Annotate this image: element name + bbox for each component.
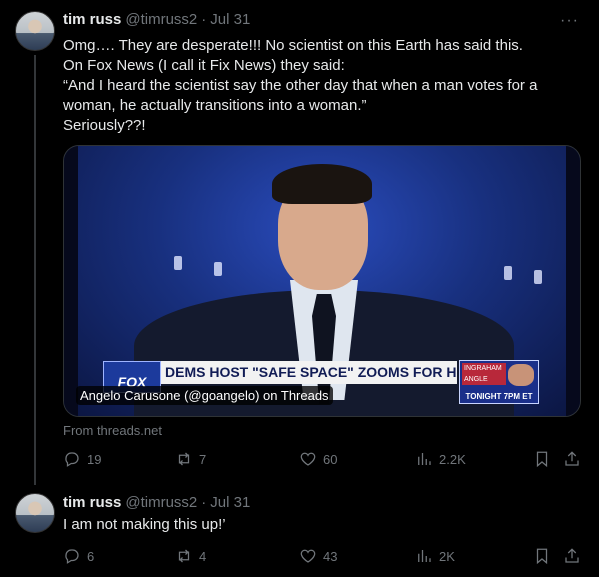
tweet[interactable]: tim russ @timruss2 · Jul 31 ··· Omg…. Th… [0,0,599,485]
bookmark-button[interactable] [533,450,551,468]
chyron-headline: DEMS HOST "SAFE SPACE" ZOOMS FOR HARRIS … [161,361,457,384]
tweet-text-line: “And I heard the scientist say the other… [63,77,538,94]
share-icon [565,548,579,563]
views-count: 2K [439,548,455,564]
studio-light [174,256,182,270]
bookmark-icon [536,451,548,468]
bookmark-button[interactable] [533,547,551,565]
media-caption: Angelo Carusone (@goangelo) on Threads [76,386,333,405]
separator-dot: · [201,11,207,28]
tweet-header: tim russ @timruss2 · Jul 31 [63,11,250,28]
repost-count: 4 [199,548,207,564]
promo-host-image [508,364,534,386]
action-bar: 6 4 43 2K [63,547,585,567]
reply-button[interactable]: 6 [63,547,94,565]
repost-icon [178,549,190,563]
avatar[interactable] [15,11,55,51]
like-button[interactable]: 60 [299,450,337,468]
action-bar: 19 7 60 2.2K [63,450,585,470]
share-icon [565,451,579,466]
letterbox-left [64,146,78,416]
media-video[interactable]: FOX DEMS HOST "SAFE SPACE" ZOOMS FOR HAR… [63,145,581,417]
anchor-hair [272,164,372,204]
tweet-text-line: Seriously??! [63,117,146,134]
author-handle[interactable]: @timruss2 [125,494,197,511]
repost-icon [178,452,190,466]
like-button[interactable]: 43 [299,547,337,565]
separator-dot: · [201,494,207,511]
author-name[interactable]: tim russ [63,11,121,28]
like-icon [300,452,316,466]
show-promo: INGRAHAM ANGLE TONIGHT 7PM ET [459,360,539,404]
like-count: 60 [323,451,338,467]
tweet-text-line: I am not making this up!’ [63,516,226,533]
views-icon [418,550,431,562]
share-button[interactable] [563,450,581,468]
tweet-text: Omg…. They are desperate!!! No scientist… [63,36,583,136]
reply-button[interactable]: 19 [63,450,101,468]
views-icon [418,453,431,465]
tweet-text: I am not making this up!’ [63,515,583,535]
reply-count: 6 [87,548,95,564]
studio-light [534,270,542,284]
reply-count: 19 [87,451,102,467]
author-name[interactable]: tim russ [63,494,121,511]
thread-connector-line [34,55,36,485]
letterbox-right [566,146,580,416]
like-count: 43 [323,548,338,564]
repost-count: 7 [199,451,207,467]
tweet-text-line: On Fox News (I call it Fix News) they sa… [63,57,345,74]
promo-show-title: INGRAHAM ANGLE [462,363,506,385]
link-source[interactable]: From threads.net [63,423,162,438]
tweet-text-line: woman, he actually transitions into a wo… [63,97,367,114]
studio-light [214,262,222,276]
avatar[interactable] [15,493,55,533]
tweet-header: tim russ @timruss2 · Jul 31 [63,494,250,511]
views-count: 2.2K [439,451,466,467]
reply-icon [65,452,79,467]
timestamp[interactable]: Jul 31 [210,11,250,28]
share-button[interactable] [563,547,581,565]
more-icon[interactable]: ··· [560,12,579,30]
views-button[interactable]: 2.2K [415,450,466,468]
author-handle[interactable]: @timruss2 [125,11,197,28]
tweet[interactable]: tim russ @timruss2 · Jul 31 I am not mak… [0,484,599,577]
reply-icon [65,549,79,564]
promo-time: TONIGHT 7PM ET [465,392,533,401]
studio-light [504,266,512,280]
like-icon [300,549,316,563]
views-button[interactable]: 2K [415,547,455,565]
timestamp[interactable]: Jul 31 [210,494,250,511]
repost-button[interactable]: 4 [175,547,206,565]
bookmark-icon [536,548,548,565]
tweet-text-line: Omg…. They are desperate!!! No scientist… [63,37,523,54]
repost-button[interactable]: 7 [175,450,206,468]
